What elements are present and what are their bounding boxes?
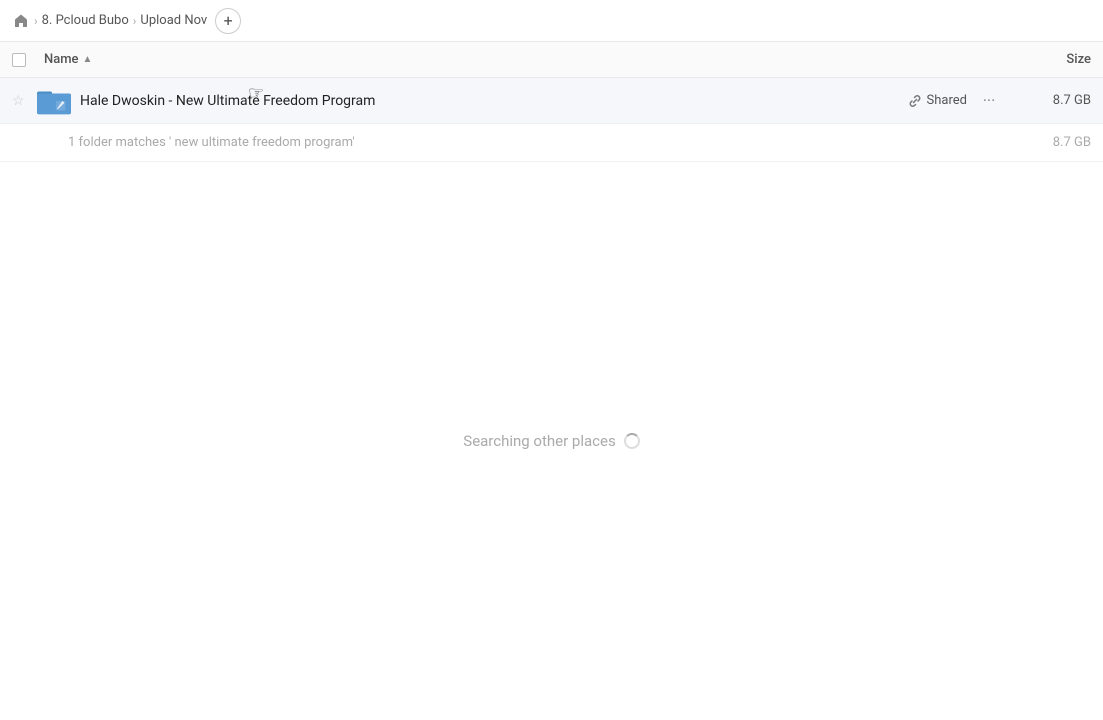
toolbar: › 8. Pcloud Bubo › Upload Nov +	[0, 0, 1103, 42]
searching-status: Searching other places	[463, 432, 639, 450]
folder-icon	[37, 87, 71, 115]
summary-text: 1 folder matches ' new ultimate freedom …	[68, 135, 1011, 150]
breadcrumb-pcloud-label: 8. Pcloud Bubo	[42, 13, 129, 28]
loading-spinner	[624, 433, 640, 449]
column-headers: Name ▲ Size	[0, 42, 1103, 78]
breadcrumb-separator-2: ›	[133, 14, 137, 28]
folder-icon-wrap	[36, 83, 72, 119]
more-options-button[interactable]: ···	[975, 87, 1003, 115]
searching-label: Searching other places	[463, 432, 615, 450]
name-column-label: Name	[44, 52, 79, 67]
main-content: Searching other places	[0, 162, 1103, 720]
select-all-checkbox-wrap[interactable]	[12, 53, 44, 67]
file-size: 8.7 GB	[1011, 93, 1091, 108]
breadcrumb-separator-1: ›	[34, 14, 38, 28]
star-icon[interactable]: ☆	[12, 93, 36, 109]
file-name: Hale Dwoskin - New Ultimate Freedom Prog…	[80, 93, 908, 109]
summary-size: 8.7 GB	[1011, 135, 1091, 150]
breadcrumb-upload-label: Upload Nov	[140, 13, 207, 28]
link-icon	[908, 94, 922, 108]
sort-arrow-icon: ▲	[83, 54, 93, 65]
breadcrumb-pcloud[interactable]: 8. Pcloud Bubo	[42, 13, 129, 28]
add-button[interactable]: +	[215, 8, 241, 34]
size-column-label: Size	[1066, 52, 1091, 67]
shared-label: Shared	[927, 93, 967, 108]
breadcrumb: › 8. Pcloud Bubo › Upload Nov +	[12, 8, 241, 34]
summary-row: 1 folder matches ' new ultimate freedom …	[0, 124, 1103, 162]
file-row[interactable]: ☆ Hale Dwoskin - New Ultimate Freedom Pr…	[0, 78, 1103, 124]
shared-badge: Shared	[908, 93, 967, 108]
select-all-checkbox[interactable]	[12, 53, 26, 67]
home-icon[interactable]	[12, 12, 30, 30]
breadcrumb-upload[interactable]: Upload Nov	[140, 13, 207, 28]
home-breadcrumb[interactable]	[12, 12, 30, 30]
size-column-header[interactable]: Size	[991, 52, 1091, 67]
more-options-icon: ···	[983, 91, 996, 110]
name-column-header[interactable]: Name ▲	[44, 52, 991, 67]
